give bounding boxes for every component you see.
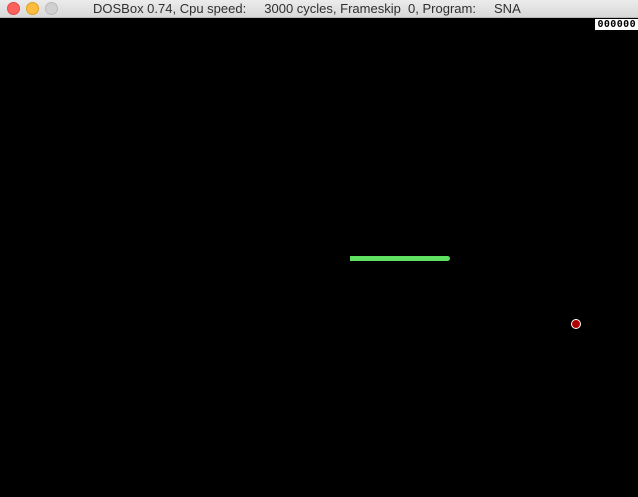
dosbox-window: DOSBox 0.74, Cpu speed: 3000 cycles, Fra… (0, 0, 638, 497)
window-titlebar[interactable]: DOSBox 0.74, Cpu speed: 3000 cycles, Fra… (0, 0, 638, 18)
window-title: DOSBox 0.74, Cpu speed: 3000 cycles, Fra… (93, 1, 521, 16)
zoom-window-button[interactable] (45, 2, 58, 15)
game-screen[interactable]: 000000 (0, 18, 638, 497)
minimize-window-button[interactable] (26, 2, 39, 15)
food-item (572, 320, 580, 328)
close-window-button[interactable] (7, 2, 20, 15)
score-display: 000000 (595, 19, 638, 30)
snake (350, 256, 450, 261)
